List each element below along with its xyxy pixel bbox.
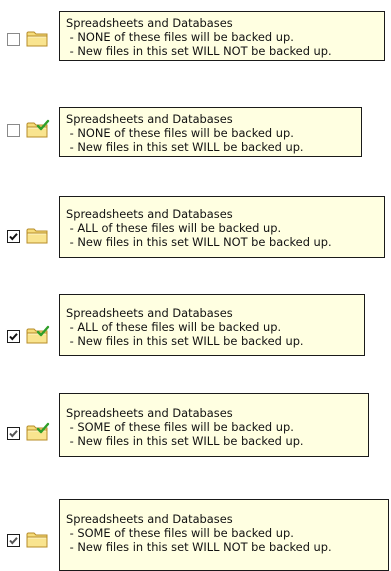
selection-row: Spreadsheets and Databases - SOME of the… (0, 392, 391, 462)
tooltip: Spreadsheets and Databases - SOME of the… (59, 499, 389, 571)
checkmark-partial-icon (9, 537, 18, 545)
tooltip-title: Spreadsheets and Databases (66, 16, 233, 30)
tooltip-line-new-files: - New files in this set WILL be backed u… (66, 334, 304, 348)
folder-icon (25, 224, 51, 248)
selection-row: Spreadsheets and Databases - SOME of the… (0, 496, 391, 571)
folder-new-files-icon (25, 421, 51, 445)
tooltip-line-files: - SOME of these files will be backed up. (66, 420, 294, 434)
tooltip-line-files: - NONE of these files will be backed up. (66, 30, 294, 44)
tooltip-line-new-files: - New files in this set WILL NOT be back… (66, 540, 332, 554)
tooltip-line-new-files: - New files in this set WILL be backed u… (66, 140, 304, 154)
selection-row: Spreadsheets and Databases - ALL of thes… (0, 288, 391, 358)
tooltip-line-new-files: - New files in this set WILL NOT be back… (66, 235, 332, 249)
tooltip-line-new-files: - New files in this set WILL be backed u… (66, 434, 304, 448)
selection-row: Spreadsheets and Databases - NONE of the… (0, 96, 391, 166)
selection-row: Spreadsheets and Databases - NONE of the… (0, 0, 391, 70)
tooltip-line-files: - ALL of these files will be backed up. (66, 320, 282, 334)
checkmark-icon (9, 233, 18, 241)
checkbox-partial[interactable] (7, 427, 20, 440)
tooltip: Spreadsheets and Databases - NONE of the… (59, 107, 362, 157)
tooltip-title: Spreadsheets and Databases (66, 306, 233, 320)
selection-row: Spreadsheets and Databases - ALL of thes… (0, 192, 391, 262)
tooltip-title: Spreadsheets and Databases (66, 406, 233, 420)
tooltip: Spreadsheets and Databases - SOME of the… (59, 393, 369, 457)
checkbox-checked[interactable] (7, 330, 20, 343)
folder-icon (25, 27, 51, 51)
checkbox-checked[interactable] (7, 230, 20, 243)
tooltip: Spreadsheets and Databases - ALL of thes… (59, 196, 385, 258)
folder-new-files-icon (25, 324, 51, 348)
tooltip-line-new-files: - New files in this set WILL NOT be back… (66, 44, 332, 58)
tooltip-line-files: - NONE of these files will be backed up. (66, 126, 294, 140)
tooltip-title: Spreadsheets and Databases (66, 512, 233, 526)
tooltip-title: Spreadsheets and Databases (66, 207, 233, 221)
tooltip: Spreadsheets and Databases - ALL of thes… (59, 294, 365, 356)
checkbox-unchecked[interactable] (7, 124, 20, 137)
checkbox-partial[interactable] (7, 534, 20, 547)
tooltip: Spreadsheets and Databases - NONE of the… (59, 11, 385, 61)
checkmark-partial-icon (9, 430, 18, 438)
checkmark-icon (9, 333, 18, 341)
checkbox-unchecked[interactable] (7, 33, 20, 46)
tooltip-line-files: - SOME of these files will be backed up. (66, 526, 294, 540)
folder-icon (25, 528, 51, 552)
tooltip-line-files: - ALL of these files will be backed up. (66, 221, 282, 235)
folder-new-files-icon (25, 118, 51, 142)
tooltip-title: Spreadsheets and Databases (66, 112, 233, 126)
